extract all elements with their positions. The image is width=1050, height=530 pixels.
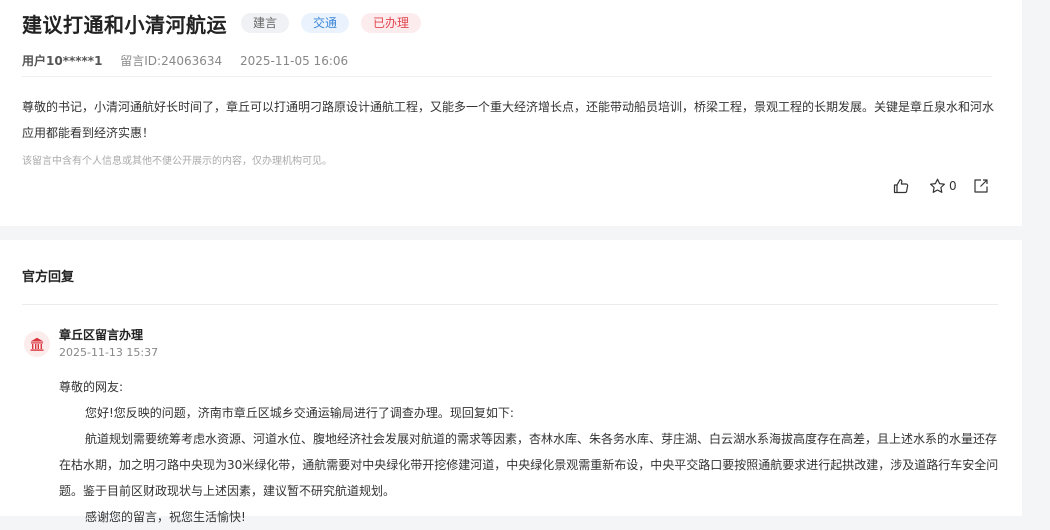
reply-greeting: 尊敬的网友: [59,380,124,394]
tag-category[interactable]: 建言 [241,13,290,33]
government-building-icon [24,331,50,357]
share-icon [974,179,988,193]
divider [22,76,992,77]
reply-section-title: 官方回复 [22,270,75,285]
page-title: 建议打通和小清河航运 [22,12,227,37]
message-content: 尊敬的书记，小清河通航好长时间了，章丘可以打通明刁路原设计通航工程，又能多一个重… [22,100,995,140]
tag-domain[interactable]: 交通 [301,13,350,33]
thumbs-up-icon [893,179,909,194]
reply-body: 尊敬的网友: 您好!您反映的问题，济南市章丘区城乡交通运输局进行了调查办理。现回… [59,374,1004,530]
like-button[interactable] [893,178,909,194]
message-id: 留言ID:24063634 [120,54,223,68]
favorite-button[interactable]: 0 [929,178,957,194]
share-button[interactable] [973,178,989,194]
reply-paragraph: 您好!您反映的问题，济南市章丘区城乡交通运输局进行了调查办理。现回复如下: [85,406,514,420]
reply-paragraph: 感谢您的留言，祝您生活愉快! [85,510,246,524]
message-card: 建议打通和小清河航运 建言 交通 已办理 用户10*****1 留言ID:240… [0,0,1022,226]
divider [22,304,998,305]
reply-org-name: 章丘区留言办理 [59,328,144,342]
message-actions: 0 [893,176,989,196]
favorite-count: 0 [949,179,957,193]
user-name: 用户10*****1 [22,54,103,68]
star-icon [930,178,945,193]
page-gutter [1022,0,1050,516]
status-badge: 已办理 [361,13,422,33]
message-meta: 用户10*****1 留言ID:24063634 2025-11-05 16:0… [22,52,362,69]
title-row: 建议打通和小清河航运 建言 交通 已办理 [22,8,422,38]
message-datetime: 2025-11-05 16:06 [240,54,349,68]
reply-paragraph: 航道规划需要统筹考虑水资源、河道水位、腹地经济社会发展对航道的需求等因素，杏林水… [59,432,999,498]
reply-datetime: 2025-11-13 15:37 [59,346,159,359]
privacy-note: 该留言中含有个人信息或其他不便公开展示的内容，仅办理机构可见。 [22,156,332,167]
